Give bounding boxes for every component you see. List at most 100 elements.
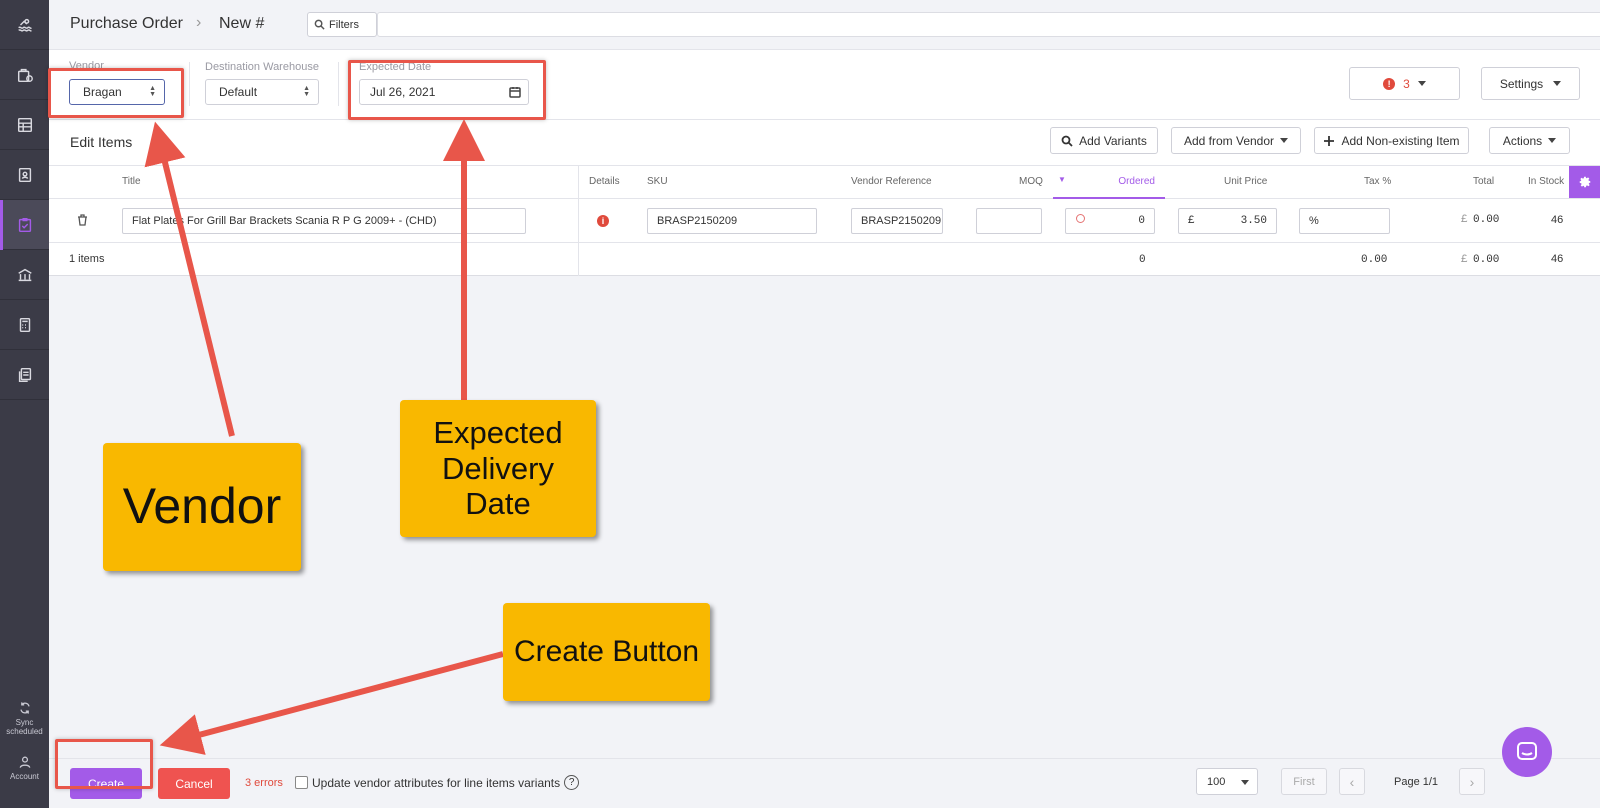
error-alert-icon: !: [1383, 77, 1396, 90]
update-vendor-checkbox[interactable]: [295, 776, 308, 789]
filters-button[interactable]: Filters: [307, 12, 377, 37]
items-table: Title Details SKU Vendor Reference MOQ ▼…: [49, 166, 1600, 276]
ordered-input[interactable]: 0: [1065, 208, 1155, 234]
tax-total: 0.00: [1361, 254, 1388, 266]
caret-down-icon: [1280, 138, 1289, 143]
page-size-value: 100: [1207, 775, 1226, 788]
first-page-button[interactable]: First: [1281, 768, 1327, 795]
caret-down-icon: [1417, 81, 1426, 86]
sync-label-2: scheduled: [6, 727, 43, 736]
update-vendor-attributes: Update vendor attributes for line items …: [295, 775, 580, 790]
plus-icon: [1324, 135, 1335, 146]
add-from-vendor-button[interactable]: Add from Vendor: [1171, 127, 1301, 154]
calculator-icon: [19, 317, 30, 332]
bottom-action-bar: Create Cancel 3 errors Update vendor att…: [49, 758, 1600, 808]
trash-icon[interactable]: [77, 214, 88, 226]
gear-icon: [1579, 176, 1590, 188]
filters-input[interactable]: [377, 12, 1600, 37]
column-settings-button[interactable]: [1569, 166, 1600, 198]
nav-warehouse[interactable]: [0, 250, 49, 300]
update-vendor-label: Update vendor attributes for line items …: [312, 775, 561, 790]
create-arrow: [159, 651, 504, 755]
breadcrumb-current: New #: [219, 15, 265, 32]
create-callout: Create Button: [503, 603, 710, 701]
ordered-sort-tab[interactable]: ▼ Ordered: [1053, 166, 1165, 199]
col-title[interactable]: Title: [122, 176, 141, 187]
account-menu[interactable]: Account: [0, 754, 49, 781]
clipboard-check-icon: [18, 217, 31, 232]
col-moq[interactable]: MOQ: [1019, 176, 1043, 187]
tax-input[interactable]: %: [1299, 208, 1390, 234]
nav-rail: Sync scheduled Account: [0, 0, 49, 808]
nav-purchase-orders[interactable]: [0, 200, 49, 250]
field-divider: [338, 62, 339, 106]
add-variants-label: Add Variants: [1079, 133, 1147, 148]
warehouse-value: Default: [219, 85, 258, 99]
errors-link[interactable]: 3 errors: [245, 777, 283, 789]
errors-dropdown-button[interactable]: ! 3: [1349, 67, 1460, 100]
create-callout-text: Create Button: [513, 634, 700, 668]
caret-down-icon: [1553, 81, 1562, 86]
account-label: Account: [10, 772, 39, 781]
expected-callout-line2: Delivery: [442, 450, 554, 486]
chat-support-button[interactable]: [1502, 727, 1552, 777]
search-icon: [1061, 135, 1073, 147]
vendor-callout-text: Vendor: [122, 478, 282, 535]
col-total[interactable]: Total: [1473, 176, 1494, 187]
details-error-icon[interactable]: i: [597, 215, 609, 227]
row-total-currency: £: [1461, 214, 1468, 226]
moq-input[interactable]: [976, 208, 1042, 234]
row-total: 0.00: [1473, 214, 1500, 226]
settings-button[interactable]: Settings: [1481, 67, 1580, 100]
tax-placeholder: %: [1309, 215, 1319, 227]
stock-total: 46: [1551, 253, 1564, 265]
warehouse-label: Destination Warehouse: [205, 61, 319, 73]
nav-inventory[interactable]: [0, 100, 49, 150]
sort-desc-icon: ▼: [1058, 175, 1066, 184]
add-non-existing-label: Add Non-existing Item: [1341, 133, 1460, 148]
breadcrumb-root[interactable]: Purchase Order: [70, 15, 183, 33]
breadcrumb-separator: ›: [196, 14, 202, 31]
sku-input[interactable]: BRASP2150209: [647, 208, 817, 234]
add-variants-button[interactable]: Add Variants: [1050, 127, 1158, 154]
title-input[interactable]: Flat Plates For Grill Bar Brackets Scani…: [122, 208, 526, 234]
table-icon: [17, 117, 32, 132]
sync-status[interactable]: Sync scheduled: [0, 700, 49, 736]
add-non-existing-item-button[interactable]: Add Non-existing Item: [1314, 127, 1469, 154]
account-icon: [19, 756, 30, 768]
row-in-stock: 46: [1551, 214, 1564, 226]
col-sku[interactable]: SKU: [647, 176, 668, 187]
vendor-highlight: [48, 68, 184, 118]
unit-price-input[interactable]: £ 3.50: [1178, 208, 1277, 234]
wave-logo-icon: [17, 18, 32, 32]
vendor-callout: Vendor: [103, 443, 301, 571]
vendor-reference-input[interactable]: BRASP2150209: [851, 208, 943, 234]
cancel-button[interactable]: Cancel: [158, 768, 230, 799]
updown-icon: ▲ ▼: [303, 85, 310, 98]
column-divider: [578, 166, 579, 276]
page-size-select[interactable]: 100: [1196, 768, 1258, 795]
nav-home[interactable]: [0, 0, 49, 50]
expected-date-highlight: [348, 60, 546, 120]
filters-label: Filters: [329, 18, 359, 31]
col-tax[interactable]: Tax %: [1364, 176, 1391, 187]
ordered-total: 0: [1139, 254, 1146, 266]
help-icon[interactable]: ?: [564, 775, 580, 790]
nav-reports[interactable]: [0, 350, 49, 400]
top-bar: Purchase Order › New # Filters: [49, 0, 1600, 50]
col-in-stock[interactable]: In Stock: [1528, 176, 1564, 187]
contact-book-icon: [18, 167, 31, 182]
caret-down-icon: [1241, 780, 1249, 785]
create-highlight: [55, 739, 153, 789]
next-page-button[interactable]: ›: [1459, 768, 1485, 795]
col-vendor-reference[interactable]: Vendor Reference: [851, 176, 932, 187]
nav-orders[interactable]: [0, 50, 49, 100]
caret-down-icon: [1548, 138, 1557, 143]
actions-button[interactable]: Actions: [1489, 127, 1570, 154]
grand-total: 0.00: [1473, 254, 1500, 266]
nav-calculator[interactable]: [0, 300, 49, 350]
warehouse-select[interactable]: Default ▲ ▼: [205, 79, 319, 105]
prev-page-button[interactable]: ‹: [1339, 768, 1365, 795]
nav-contacts[interactable]: [0, 150, 49, 200]
col-unit-price[interactable]: Unit Price: [1224, 176, 1267, 187]
